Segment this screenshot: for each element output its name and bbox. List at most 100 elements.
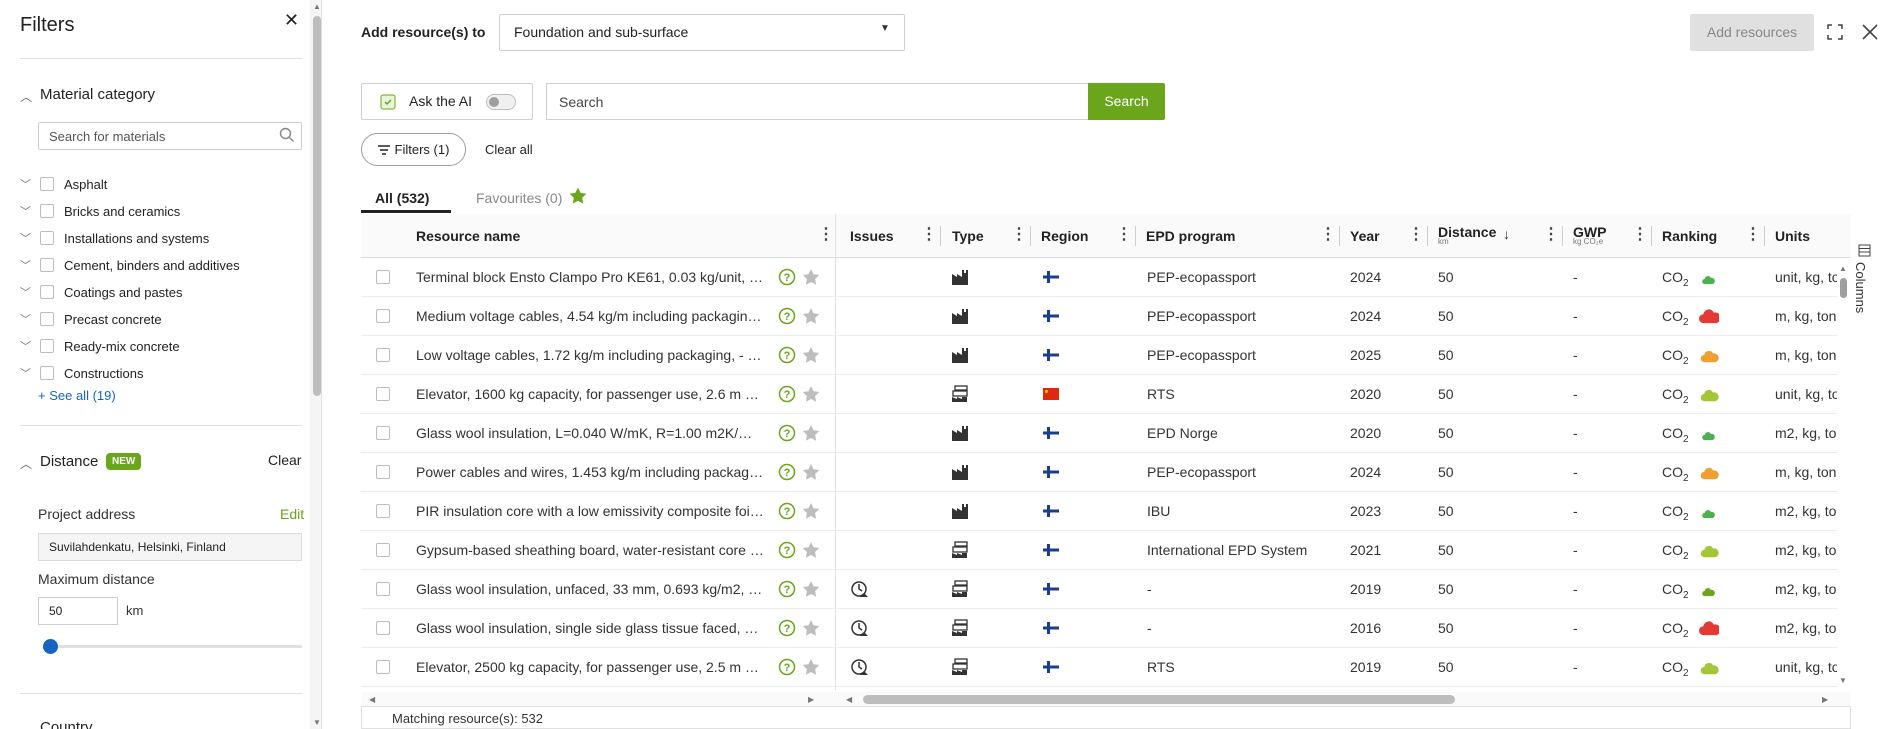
columns-icon[interactable] [1858,244,1871,257]
category-checkbox[interactable] [40,258,54,272]
help-icon[interactable]: ? [778,346,796,364]
col-ranking[interactable]: Ranking [1662,214,1717,258]
column-separator[interactable] [940,226,941,246]
help-icon[interactable]: ? [778,463,796,481]
help-icon[interactable]: ? [778,541,796,559]
chevron-down-icon[interactable]: ﹀ [20,230,34,246]
help-icon[interactable]: ? [778,580,796,598]
ask-ai-toggle[interactable] [486,94,516,110]
column-menu-icon[interactable]: ⋮ [1408,225,1424,245]
chevron-down-icon[interactable]: ﹀ [20,311,34,327]
column-separator[interactable] [1764,226,1765,246]
favourite-star-icon[interactable] [801,501,821,521]
chevron-down-icon[interactable]: ﹀ [20,338,34,354]
outdated-issue-icon[interactable] [850,579,870,599]
category-checkbox[interactable] [40,204,54,218]
search-icon[interactable] [278,126,296,144]
tab-favourites[interactable]: Favourites (0) [476,190,562,206]
resource-name[interactable]: Glass wool insulation, single side glass… [416,620,771,636]
resource-name[interactable]: Gypsum-based sheathing board, water-resi… [416,542,771,558]
close-filters-icon[interactable]: ✕ [284,10,299,31]
table-row[interactable]: Medium voltage cables, 4.54 kg/m includi… [361,297,1837,336]
table-row[interactable]: Low voltage cables, 1.72 kg/m including … [361,336,1837,375]
col-year[interactable]: Year [1350,214,1380,258]
chevron-down-icon[interactable]: ﹀ [20,203,34,219]
chevron-down-icon[interactable]: ﹀ [20,365,34,381]
column-separator[interactable] [1339,226,1340,246]
row-checkbox[interactable] [376,309,390,323]
resource-name[interactable]: Glass wool insulation, unfaced, 33 mm, 0… [416,581,771,597]
outdated-issue-icon[interactable] [850,657,870,677]
max-distance-input[interactable]: 50 [38,597,118,625]
chevron-down-icon[interactable]: ﹀ [20,257,34,273]
row-checkbox[interactable] [376,504,390,518]
row-checkbox[interactable] [376,348,390,362]
ask-ai-box[interactable]: Ask the AI [361,83,533,120]
country-title[interactable]: Country [40,719,93,729]
material-category-item[interactable]: ﹀ Asphalt [20,174,107,194]
material-category-item[interactable]: ﹀ Cement, binders and additives [20,255,240,275]
distance-slider-thumb[interactable] [43,639,58,654]
help-icon[interactable]: ? [778,385,796,403]
row-checkbox[interactable] [376,387,390,401]
chevron-down-icon[interactable]: ﹀ [20,284,34,300]
columns-panel-tab[interactable]: Columns [1853,262,1868,313]
chevron-up-icon[interactable]: ︿ [20,88,32,105]
help-icon[interactable]: ? [778,307,796,325]
column-separator[interactable] [1030,226,1031,246]
category-checkbox[interactable] [40,285,54,299]
material-category-item[interactable]: ﹀ Ready-mix concrete [20,336,180,356]
resource-name[interactable]: Power cables and wires, 1.453 kg/m inclu… [416,464,771,480]
column-menu-icon[interactable]: ⋮ [1745,225,1761,245]
outdated-issue-icon[interactable] [850,618,870,638]
caret-down-icon[interactable]: ▼ [880,23,890,34]
help-icon[interactable]: ? [778,658,796,676]
column-menu-icon[interactable]: ⋮ [818,225,834,245]
chevron-up-icon[interactable]: ︿ [20,722,32,729]
table-row[interactable]: Power cables and wires, 1.453 kg/m inclu… [361,453,1837,492]
column-menu-icon[interactable]: ⋮ [1116,225,1132,245]
resource-name[interactable]: Elevator, 1600 kg capacity, for passenge… [416,386,771,402]
scroll-left-arrow[interactable]: ◀ [846,695,852,704]
col-region[interactable]: Region [1041,214,1088,258]
col-resource-name[interactable]: Resource name [416,214,520,258]
table-row[interactable]: Glass wool insulation, single side glass… [361,609,1837,648]
favourite-star-icon[interactable] [801,618,821,638]
column-separator[interactable] [1651,226,1652,246]
resource-name[interactable]: Elevator, 2500 kg capacity, for passenge… [416,659,771,675]
category-checkbox[interactable] [40,312,54,326]
favourite-star-icon[interactable] [801,657,821,677]
filters-scrollbar-thumb[interactable] [313,16,321,396]
favourite-star-icon[interactable] [801,462,821,482]
resource-name[interactable]: Medium voltage cables, 4.54 kg/m includi… [416,308,771,324]
column-menu-icon[interactable]: ⋮ [1320,225,1336,245]
material-category-item[interactable]: ﹀ Coatings and pastes [20,282,183,302]
favourite-star-icon[interactable] [801,579,821,599]
table-row[interactable]: PIR insulation core with a low emissivit… [361,492,1837,531]
clear-all-button[interactable]: Clear all [485,142,533,157]
distance-title[interactable]: Distance [40,453,98,470]
add-resources-button[interactable]: Add resources [1690,14,1814,51]
tab-all[interactable]: All (532) [375,190,429,206]
col-units[interactable]: Units [1775,214,1810,258]
sort-desc-icon[interactable]: ↓ [1503,226,1510,242]
column-menu-icon[interactable]: ⋮ [921,225,937,245]
material-search-input[interactable] [38,122,302,150]
distance-clear-button[interactable]: Clear [268,452,301,468]
column-menu-icon[interactable]: ⋮ [1543,225,1559,245]
scroll-down-arrow[interactable]: ▼ [313,718,321,727]
help-icon[interactable]: ? [778,502,796,520]
distance-slider-track[interactable] [50,645,302,648]
scroll-right-arrow[interactable]: ▶ [808,695,814,704]
favourite-star-icon[interactable] [801,267,821,287]
chevron-up-icon[interactable]: ︿ [20,455,32,472]
favourite-star-icon[interactable] [801,306,821,326]
material-category-title[interactable]: Material category [40,86,155,103]
table-row[interactable]: Terminal block Ensto Clampo Pro KE61, 0.… [361,258,1837,297]
row-checkbox[interactable] [376,270,390,284]
edit-address-link[interactable]: Edit [280,506,304,522]
scroll-left-arrow[interactable]: ◀ [369,695,375,704]
search-input[interactable] [546,83,1088,120]
scroll-down-arrow[interactable]: ▼ [1839,676,1847,685]
category-checkbox[interactable] [40,231,54,245]
